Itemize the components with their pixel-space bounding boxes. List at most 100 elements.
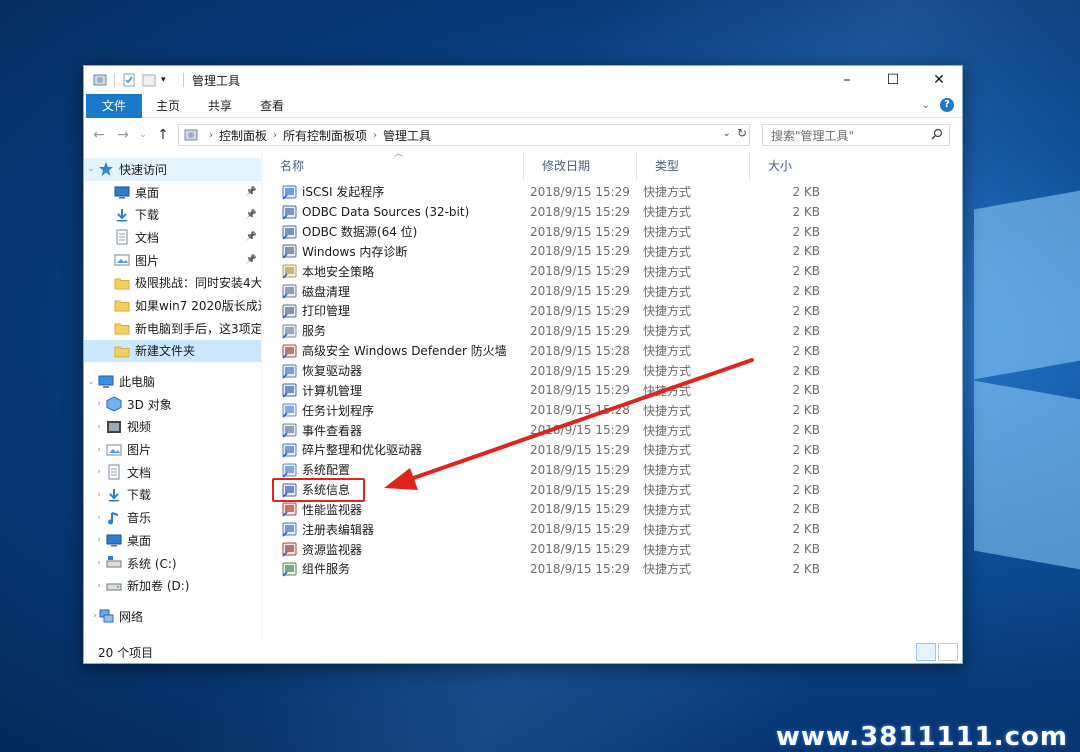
minimize-button[interactable]: – [824,66,870,94]
breadcrumb-chevron-icon[interactable]: › [209,130,213,141]
column-header-date[interactable]: 修改日期 [524,152,637,180]
file-row[interactable]: ODBC 数据源(64 位) 2018/9/15 15:29 快捷方式 2 KB [262,222,962,242]
pin-icon[interactable]: 📌 [246,255,257,265]
sidebar-item[interactable]: › 新加卷 (D:) [84,574,261,597]
sidebar-item[interactable]: 新电脑到手后，这3项定要 [84,317,261,340]
breadcrumb-control-panel[interactable]: 控制面板 [219,127,267,144]
sidebar-item[interactable]: › 系统 (C:) [84,552,261,575]
pin-icon[interactable]: 📌 [246,210,257,220]
breadcrumb-administrative-tools[interactable]: 管理工具 [383,127,431,144]
breadcrumb-all-control-panel-items[interactable]: 所有控制面板项 [283,127,367,144]
expand-chevron-icon[interactable]: › [84,422,106,432]
sidebar-item[interactable]: › 3D 对象 [84,393,261,416]
tab-view[interactable]: 查看 [246,94,298,118]
sidebar-item[interactable]: 下载 📌 [84,203,261,226]
expand-chevron-icon[interactable]: › [84,611,98,621]
file-row[interactable]: 磁盘清理 2018/9/15 15:29 快捷方式 2 KB [262,281,962,301]
new-folder-icon[interactable] [141,72,157,88]
sidebar-item[interactable]: 如果win7 2020版长成这样 [84,294,261,317]
breadcrumb-chevron-icon[interactable]: › [273,130,277,141]
up-arrow-icon[interactable]: ↑ [154,127,172,143]
customize-toolbar-chevron-icon[interactable]: ▾ [161,72,177,88]
expand-chevron-icon[interactable]: › [84,399,106,409]
file-name-cell[interactable]: 本地安全策略 [262,263,524,280]
sort-ascending-icon: ︿ [394,149,404,159]
expand-chevron-icon[interactable]: › [84,490,106,500]
forward-arrow-icon[interactable]: → [114,127,132,143]
sidebar-item[interactable]: › 文档 [84,461,261,484]
nav-quick-access[interactable]: ⌄ 快速访问 [84,158,261,181]
file-row[interactable]: Windows 内存诊断 2018/9/15 15:29 快捷方式 2 KB [262,242,962,262]
sidebar-item-label: 下载 [135,208,160,223]
sidebar-item[interactable]: 新建文件夹 [84,339,261,363]
file-row[interactable]: 注册表编辑器 2018/9/15 15:29 快捷方式 2 KB [262,519,962,539]
file-name-cell[interactable]: iSCSI 发起程序 [262,183,524,200]
file-name-cell[interactable]: 组件服务 [262,560,524,577]
expand-ribbon-chevron-icon[interactable]: ⌄ [922,100,930,111]
back-arrow-icon[interactable]: ← [90,127,108,143]
details-view-icon[interactable] [916,643,936,661]
close-button[interactable]: ✕ [916,66,962,94]
file-name-cell[interactable]: 磁盘清理 [262,283,524,300]
file-row[interactable]: 资源监视器 2018/9/15 15:29 快捷方式 2 KB [262,539,962,559]
control-panel-icon[interactable] [92,72,108,88]
refresh-icon[interactable]: ↻ [737,126,747,140]
column-header-size[interactable]: 大小 [750,152,820,180]
title-bar[interactable]: ▾ 管理工具 – ☐ ✕ [84,66,962,94]
sidebar-item[interactable]: 桌面 📌 [84,181,261,204]
sidebar-item[interactable]: › 下载 [84,484,261,507]
file-name-cell[interactable]: Windows 内存诊断 [262,243,524,260]
expand-chevron-icon[interactable]: › [84,467,106,477]
file-name-cell[interactable]: 服务 [262,322,524,339]
column-header-name[interactable]: 名称 [262,152,524,180]
help-icon[interactable]: ? [940,98,954,112]
search-icon[interactable] [931,128,943,143]
file-row[interactable]: 打印管理 2018/9/15 15:29 快捷方式 2 KB [262,301,962,321]
file-row[interactable]: 性能监视器 2018/9/15 15:29 快捷方式 2 KB [262,500,962,520]
properties-icon[interactable] [121,72,137,88]
nav-this-pc[interactable]: ⌄ 此电脑 [84,370,261,393]
maximize-button[interactable]: ☐ [870,66,916,94]
file-row[interactable]: 组件服务 2018/9/15 15:29 快捷方式 2 KB [262,559,962,579]
file-name-cell[interactable]: 打印管理 [262,302,524,319]
sidebar-item[interactable]: › 音乐 [84,506,261,529]
recent-locations-chevron-icon[interactable]: ⌄ [138,130,148,140]
sidebar-item[interactable]: › 视频 [84,416,261,439]
sidebar-item[interactable]: › 图片 [84,438,261,461]
expand-chevron-icon[interactable]: › [84,535,106,545]
expand-chevron-icon[interactable]: › [84,445,106,455]
address-bar[interactable]: › 控制面板 › 所有控制面板项 › 管理工具 ⌄ ↻ [178,124,750,146]
nav-network[interactable]: › 网络 [84,605,261,628]
item-count: 20 个项目 [98,645,154,660]
file-row[interactable]: 本地安全策略 2018/9/15 15:29 快捷方式 2 KB [262,261,962,281]
sidebar-item[interactable]: 极限挑战：同时安装4大国 [84,271,261,294]
file-name-cell[interactable]: 注册表编辑器 [262,521,524,538]
breadcrumb-chevron-icon[interactable]: › [373,130,377,141]
folder-icon [114,275,130,291]
expand-chevron-icon[interactable]: › [84,513,106,523]
expand-chevron-icon[interactable]: › [84,558,106,568]
file-type: 快捷方式 [643,502,692,517]
column-header-type[interactable]: 类型 [637,152,750,180]
tab-home[interactable]: 主页 [142,94,194,118]
expand-chevron-icon[interactable]: › [84,581,106,591]
sidebar-item[interactable]: 文档 📌 [84,226,261,249]
collapse-chevron-icon[interactable]: ⌄ [84,377,98,387]
large-icons-view-icon[interactable] [938,643,958,661]
file-row[interactable]: ODBC Data Sources (32-bit) 2018/9/15 15:2… [262,202,962,222]
file-row[interactable]: iSCSI 发起程序 2018/9/15 15:29 快捷方式 2 KB [262,182,962,202]
file-name-cell[interactable]: 资源监视器 [262,541,524,558]
pin-icon[interactable]: 📌 [246,232,257,242]
search-input[interactable]: 搜索"管理工具" [762,124,950,146]
collapse-chevron-icon[interactable]: ⌄ [84,164,98,174]
address-history-chevron-icon[interactable]: ⌄ [723,128,731,139]
sidebar-item[interactable]: › 桌面 [84,529,261,552]
file-name-cell[interactable]: ODBC 数据源(64 位) [262,223,524,240]
sidebar-item[interactable]: 图片 📌 [84,249,261,272]
tab-file[interactable]: 文件 [86,93,143,118]
pin-icon[interactable]: 📌 [246,187,257,197]
tab-share[interactable]: 共享 [194,94,246,118]
file-name-cell[interactable]: ODBC Data Sources (32-bit) [262,204,524,220]
file-name-cell[interactable]: 性能监视器 [262,501,524,518]
file-row[interactable]: 服务 2018/9/15 15:29 快捷方式 2 KB [262,321,962,341]
